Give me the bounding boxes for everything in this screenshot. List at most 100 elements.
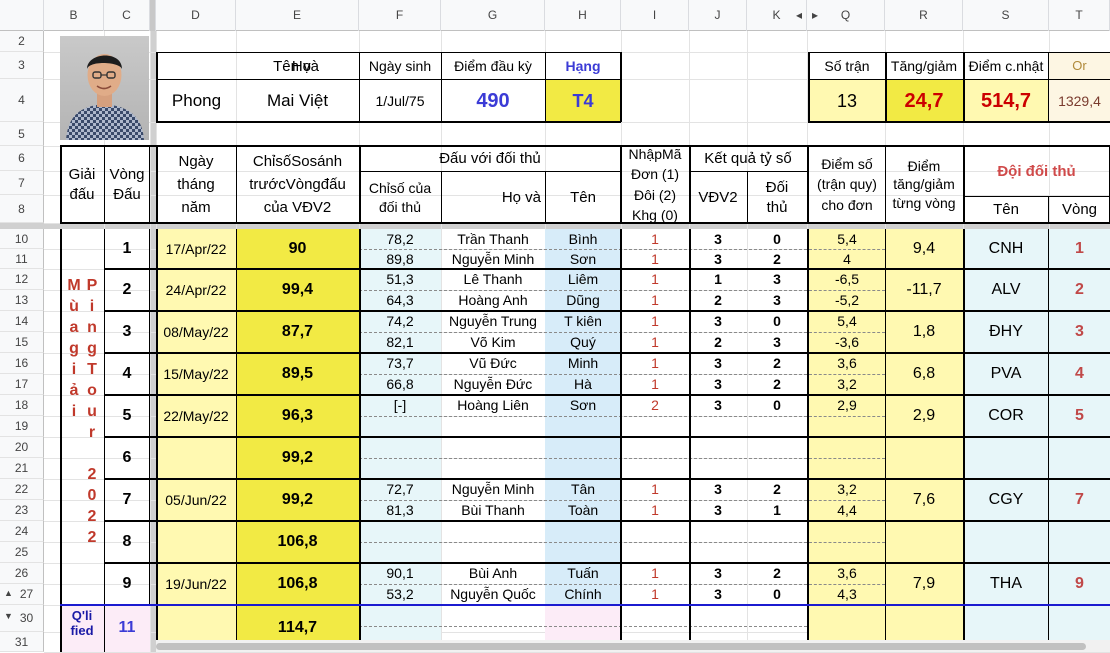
opponent-team-round[interactable]: 7 [1049, 479, 1110, 521]
opp-ho[interactable]: Nguyễn Đức [441, 374, 545, 395]
opp-index[interactable]: 90,1 [359, 563, 441, 584]
summary-updated[interactable]: 514,7 [963, 80, 1049, 122]
opponent-team[interactable]: ĐHY [963, 311, 1049, 353]
entry-code[interactable]: 1 [621, 500, 689, 521]
match-points[interactable] [809, 521, 885, 542]
round-number[interactable]: 2 [104, 269, 150, 311]
opp-ho[interactable]: Vũ Đức [441, 353, 545, 374]
score-opp[interactable] [747, 521, 807, 542]
score-opp[interactable]: 0 [747, 584, 807, 605]
opponent-team-round[interactable]: 2 [1049, 269, 1110, 311]
round-index[interactable]: 106,8 [236, 521, 359, 563]
match-points[interactable]: 3,2 [809, 479, 885, 500]
entry-code[interactable]: 1 [621, 353, 689, 374]
score-opp[interactable]: 1 [747, 500, 807, 521]
round-date[interactable]: 15/May/22 [156, 353, 236, 395]
header-birth[interactable]: Ngày sinh [359, 53, 441, 80]
match-points[interactable]: -5,2 [809, 290, 885, 311]
match-points[interactable]: 4,4 [809, 500, 885, 521]
opp-ho[interactable]: Bùi Thanh [441, 500, 545, 521]
summary-or[interactable]: 1329,4 [1049, 80, 1110, 122]
opp-ho[interactable]: Bùi Anh [441, 563, 545, 584]
opponent-team-round[interactable]: 9 [1049, 563, 1110, 605]
opponent-team[interactable]: PVA [963, 353, 1049, 395]
header-rank[interactable]: Hạng [545, 53, 621, 80]
round-number[interactable]: 7 [104, 479, 150, 521]
header-opp-score[interactable]: Đối thủ [747, 172, 807, 223]
header-team[interactable]: Đội đối thủ [963, 146, 1110, 197]
round-delta[interactable] [885, 521, 963, 563]
match-points[interactable]: 5,4 [809, 229, 885, 249]
round-index[interactable]: 99,2 [236, 479, 359, 521]
entry-code[interactable]: 1 [621, 479, 689, 500]
opponent-team[interactable] [963, 521, 1049, 563]
score-vdv2[interactable] [689, 458, 747, 479]
score-opp[interactable]: 0 [747, 395, 807, 416]
qualified-label[interactable]: Q'li fied [60, 605, 104, 652]
entry-code[interactable]: 1 [621, 332, 689, 353]
match-points[interactable] [809, 437, 885, 458]
opp-ten[interactable]: Bình [545, 229, 621, 249]
match-points[interactable]: 5,4 [809, 311, 885, 332]
entry-code[interactable] [621, 542, 689, 563]
opp-ho[interactable]: Nguyễn Trung [441, 311, 545, 332]
header-start-score[interactable]: Điểm đầu kỳ [441, 53, 545, 80]
header-updated[interactable]: Điểm c.nhật [963, 53, 1049, 80]
header-delta[interactable]: Điểm tăng/giảm từng vòng [885, 146, 963, 223]
round-index[interactable]: 106,8 [236, 563, 359, 605]
score-opp[interactable]: 0 [747, 229, 807, 249]
round-delta[interactable]: 2,9 [885, 395, 963, 437]
opponent-team[interactable] [963, 437, 1049, 479]
opp-ten[interactable]: Tuấn [545, 563, 621, 584]
opp-ho[interactable] [441, 521, 545, 542]
score-vdv2[interactable]: 3 [689, 500, 747, 521]
opp-ho[interactable] [441, 437, 545, 458]
round-number[interactable]: 8 [104, 521, 150, 563]
opp-index[interactable] [359, 521, 441, 542]
opp-ten[interactable]: Dũng [545, 290, 621, 311]
match-points[interactable] [809, 542, 885, 563]
header-ten[interactable]: Tên [545, 172, 621, 223]
opp-index[interactable]: 64,3 [359, 290, 441, 311]
match-points[interactable]: 2,9 [809, 395, 885, 416]
opponent-team-round[interactable] [1049, 437, 1110, 479]
round-index[interactable]: 99,4 [236, 269, 359, 311]
round-index[interactable]: 99,2 [236, 437, 359, 479]
header-points[interactable]: Điểm số (trận quy) cho đơn [809, 146, 885, 223]
opp-index[interactable] [359, 458, 441, 479]
score-vdv2[interactable]: 3 [689, 249, 747, 269]
round-date[interactable] [156, 437, 236, 479]
opp-ho[interactable]: Trần Thanh [441, 229, 545, 249]
round-date[interactable]: 22/May/22 [156, 395, 236, 437]
opp-ho[interactable] [441, 416, 545, 437]
opp-ten[interactable]: T kiên [545, 311, 621, 332]
round-index[interactable]: 89,5 [236, 353, 359, 395]
header-vs[interactable]: Đấu với đối thủ [359, 146, 621, 172]
score-opp[interactable]: 3 [747, 269, 807, 290]
player-birth[interactable]: 1/Jul/75 [359, 80, 441, 122]
entry-code[interactable]: 1 [621, 584, 689, 605]
opp-index[interactable]: 82,1 [359, 332, 441, 353]
opp-ten[interactable]: Minh [545, 353, 621, 374]
opponent-team[interactable]: THA [963, 563, 1049, 605]
score-opp[interactable]: 3 [747, 332, 807, 353]
opp-ten[interactable] [545, 416, 621, 437]
opp-ho[interactable]: Nguyễn Minh [441, 479, 545, 500]
header-tournament[interactable]: Giải đấu [60, 146, 104, 223]
opponent-team-round[interactable]: 4 [1049, 353, 1110, 395]
score-vdv2[interactable]: 3 [689, 311, 747, 332]
score-opp[interactable]: 2 [747, 353, 807, 374]
opponent-team-round[interactable]: 5 [1049, 395, 1110, 437]
score-opp[interactable] [747, 458, 807, 479]
opp-ten[interactable]: Sơn [545, 395, 621, 416]
entry-code[interactable]: 2 [621, 395, 689, 416]
opp-ho[interactable]: Nguyễn Minh [441, 249, 545, 269]
score-vdv2[interactable]: 1 [689, 269, 747, 290]
header-ho[interactable]: Họ và [441, 172, 545, 223]
next-round-number[interactable]: 11 [104, 605, 150, 652]
score-opp[interactable]: 0 [747, 311, 807, 332]
opp-index[interactable]: 89,8 [359, 249, 441, 269]
match-points[interactable]: 4,3 [809, 584, 885, 605]
entry-code[interactable]: 1 [621, 311, 689, 332]
score-vdv2[interactable]: 3 [689, 353, 747, 374]
